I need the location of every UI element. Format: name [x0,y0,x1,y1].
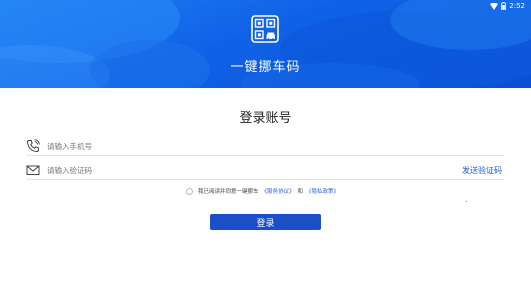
verification-code-field: 发送验证码 [26,161,504,180]
phone-icon [27,139,40,152]
login-button[interactable]: 登录 [210,214,321,230]
status-time: 2:52 [509,2,525,10]
decorative-dot [466,201,467,202]
agreement-text: 我已阅读并同意一键挪车 [198,189,259,195]
login-title: 登录账号 [239,111,292,126]
status-bar: 2:52 [490,1,525,11]
agreement-checkbox[interactable] [186,187,193,195]
battery-icon [501,2,507,10]
qr-car-icon [251,15,279,43]
phone-field [26,137,504,156]
service-agreement-link[interactable]: 《服务协议》 [262,187,295,195]
app-title: 一键挪车码 [230,60,301,75]
phone-input[interactable] [47,137,427,155]
send-code-button[interactable]: 发送验证码 [462,165,502,176]
envelope-icon [26,165,40,175]
agreement-row: 我已阅读并同意一键挪车 《服务协议》 和 《隐私政策》 [186,186,339,196]
privacy-policy-link[interactable]: 《隐私政策》 [306,187,339,195]
agreement-conjunction: 和 [297,189,304,195]
header-banner: 2:52 一键挪车码 [0,0,531,88]
verification-code-input[interactable] [47,161,427,179]
wifi-icon [490,2,499,10]
